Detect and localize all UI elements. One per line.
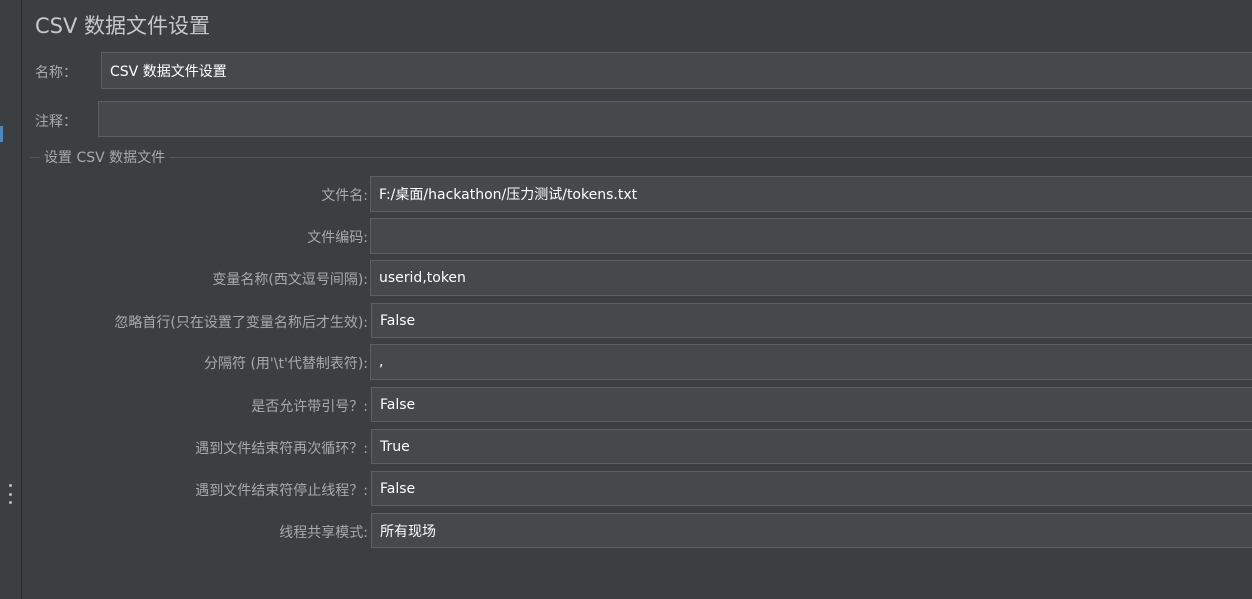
delimiter-input[interactable]: , xyxy=(370,344,1252,380)
stop-thread-eof-label: 遇到文件结束符停止线程？: xyxy=(195,483,368,499)
panel-title: CSV 数据文件设置 xyxy=(35,14,211,38)
allow-quoted-select[interactable]: False xyxy=(371,387,1252,422)
filename-label: 文件名: xyxy=(321,188,368,204)
delimiter-label: 分隔符 (用'\t'代替制表符): xyxy=(204,356,368,372)
stop-thread-eof-select[interactable]: False xyxy=(371,471,1252,506)
gutter-selection-marker xyxy=(0,126,3,142)
variable-names-input[interactable]: userid,token xyxy=(370,260,1252,296)
ignore-first-line-select[interactable]: False xyxy=(371,303,1252,338)
variable-names-label: 变量名称(西文逗号间隔): xyxy=(212,272,368,288)
comment-input[interactable] xyxy=(98,101,1252,137)
sharing-mode-select[interactable]: 所有现场 xyxy=(371,513,1252,548)
sharing-mode-label: 线程共享模式: xyxy=(279,525,368,541)
recycle-eof-select[interactable]: True xyxy=(371,429,1252,464)
filename-input[interactable]: F:/桌面/hackathon/压力测试/tokens.txt xyxy=(370,176,1252,212)
group-border xyxy=(30,157,1252,158)
csv-data-set-config-panel: CSV 数据文件设置 名称： CSV 数据文件设置 注释： 设置 CSV 数据文… xyxy=(0,0,1252,599)
allow-quoted-label: 是否允许带引号？: xyxy=(251,399,368,415)
encoding-label: 文件编码: xyxy=(307,230,368,246)
comment-label: 注释： xyxy=(35,114,77,130)
ignore-first-line-label: 忽略首行(只在设置了变量名称后才生效): xyxy=(114,315,368,331)
name-input[interactable]: CSV 数据文件设置 xyxy=(101,52,1252,89)
recycle-eof-label: 遇到文件结束符再次循环？: xyxy=(195,441,368,457)
group-title: 设置 CSV 数据文件 xyxy=(40,147,170,167)
encoding-input[interactable] xyxy=(370,218,1252,254)
left-gutter xyxy=(0,0,22,599)
drag-handle-icon[interactable] xyxy=(8,484,12,504)
name-label: 名称： xyxy=(35,65,77,81)
